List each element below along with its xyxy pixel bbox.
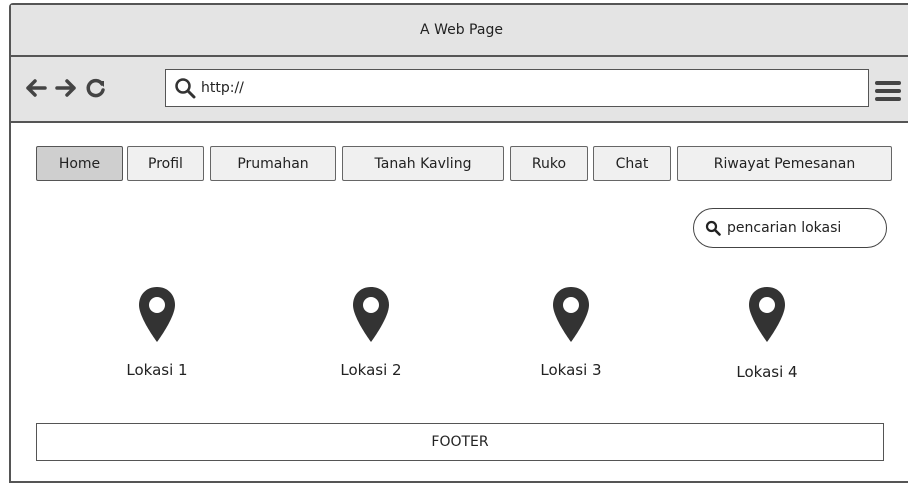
location-search-button[interactable]: pencarian lokasi xyxy=(693,208,887,248)
map-pin-icon xyxy=(139,287,175,342)
browser-window: A Web Page http:// Home Profil Prumahan … xyxy=(9,3,908,483)
location-item-4[interactable]: Lokasi 4 xyxy=(707,285,827,381)
address-bar[interactable]: http:// xyxy=(165,69,869,107)
tab-chat[interactable]: Chat xyxy=(593,146,671,181)
hamburger-menu-icon xyxy=(875,81,901,101)
tab-label: Tanah Kavling xyxy=(374,155,472,172)
arrow-right-icon xyxy=(55,79,76,97)
search-icon xyxy=(173,76,197,100)
reload-icon xyxy=(86,78,105,98)
tab-prumahan[interactable]: Prumahan xyxy=(210,146,336,181)
title-bar: A Web Page xyxy=(11,5,908,57)
tab-label: Riwayat Pemesanan xyxy=(713,155,856,172)
footer-label: FOOTER xyxy=(431,434,489,450)
location-label: Lokasi 2 xyxy=(340,361,402,379)
map-pin-icon xyxy=(553,287,589,342)
location-item-2[interactable]: Lokasi 2 xyxy=(311,285,431,379)
nav-tabs: Home Profil Prumahan Tanah Kavling Ruko … xyxy=(11,146,908,184)
location-item-3[interactable]: Lokasi 3 xyxy=(511,285,631,379)
reload-button[interactable] xyxy=(85,77,107,99)
tab-ruko[interactable]: Ruko xyxy=(510,146,588,181)
footer: FOOTER xyxy=(36,423,884,461)
tab-home[interactable]: Home xyxy=(36,146,123,181)
search-label: pencarian lokasi xyxy=(727,220,842,236)
menu-button[interactable] xyxy=(875,81,901,101)
tab-label: Home xyxy=(58,155,101,172)
tab-label: Profil xyxy=(148,155,183,172)
arrow-left-icon xyxy=(26,79,47,97)
window-title: A Web Page xyxy=(420,22,503,38)
tab-profil[interactable]: Profil xyxy=(127,146,204,181)
forward-button[interactable] xyxy=(55,77,77,99)
location-label: Lokasi 3 xyxy=(540,361,602,379)
browser-toolbar: http:// xyxy=(11,57,908,123)
location-label: Lokasi 1 xyxy=(126,361,188,379)
tab-label: Chat xyxy=(615,155,649,172)
map-pin-icon xyxy=(749,287,785,342)
url-text: http:// xyxy=(201,80,244,96)
back-button[interactable] xyxy=(25,77,47,99)
search-icon xyxy=(704,219,722,237)
tab-riwayat-pemesanan[interactable]: Riwayat Pemesanan xyxy=(677,146,892,181)
location-label: Lokasi 4 xyxy=(736,363,798,381)
tab-label: Prumahan xyxy=(237,155,309,172)
tab-tanah-kavling[interactable]: Tanah Kavling xyxy=(342,146,504,181)
map-pin-icon xyxy=(353,287,389,342)
location-item-1[interactable]: Lokasi 1 xyxy=(97,285,217,379)
tab-label: Ruko xyxy=(531,155,567,172)
